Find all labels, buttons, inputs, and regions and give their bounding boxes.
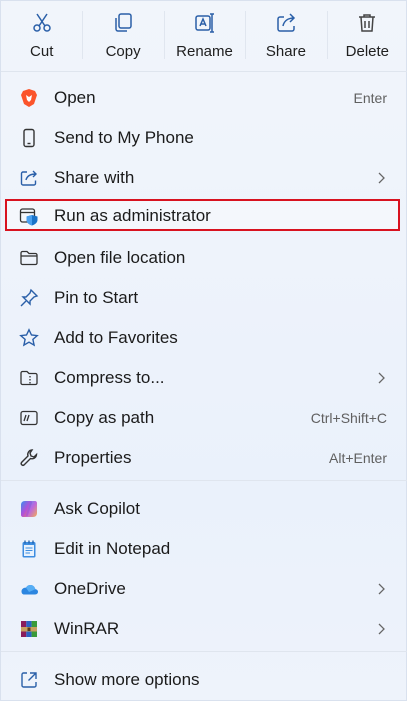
- menu-item-label: Add to Favorites: [54, 328, 178, 347]
- copy-icon: [115, 13, 132, 32]
- menu-item-label: Properties: [54, 448, 132, 467]
- divider: [1, 71, 407, 72]
- shortcut-text: Ctrl+Shift+C: [310, 410, 387, 426]
- context-menu: Cut Copy Rename Share Delete Open Enter …: [0, 0, 407, 701]
- quick-actions-toolbar: Cut Copy Rename Share Delete: [1, 1, 407, 69]
- share-label: Share: [265, 43, 306, 60]
- share-button[interactable]: Share: [245, 1, 326, 69]
- menu-item-properties[interactable]: Properties Alt+Enter: [9, 439, 400, 477]
- divider: [1, 651, 407, 652]
- menu-item-label: OneDrive: [54, 579, 126, 598]
- menu-item-ask-copilot[interactable]: Ask Copilot: [9, 490, 400, 528]
- menu-item-label: Run as administrator: [54, 206, 211, 225]
- phone-icon: [23, 128, 35, 148]
- rename-icon: [194, 13, 214, 33]
- copy-path-icon: [20, 410, 38, 426]
- menu-item-label: Ask Copilot: [54, 499, 140, 518]
- folder-icon: [20, 250, 38, 266]
- share-with-icon: [20, 170, 37, 186]
- chevron-right-icon: [378, 623, 385, 635]
- menu-item-add-to-favorites[interactable]: Add to Favorites: [9, 319, 400, 357]
- show-more-icon: [21, 672, 37, 688]
- menu-item-label: Open file location: [54, 248, 186, 267]
- chevron-right-icon: [378, 172, 385, 184]
- chevron-right-icon: [378, 583, 385, 595]
- menu-item-copy-as-path[interactable]: Copy as path Ctrl+Shift+C: [9, 399, 400, 437]
- menu-item-label: Open: [54, 88, 96, 107]
- delete-button[interactable]: Delete: [326, 1, 407, 69]
- copy-label: Copy: [105, 43, 141, 60]
- compress-icon: [20, 370, 38, 386]
- menu-item-label: Pin to Start: [54, 288, 139, 307]
- menu-item-edit-in-notepad[interactable]: Edit in Notepad: [9, 530, 400, 568]
- admin-shield-icon: [19, 208, 38, 226]
- divider: [1, 480, 407, 481]
- menu-item-send-to-phone[interactable]: Send to My Phone: [9, 119, 400, 157]
- brave-icon: [21, 89, 37, 107]
- menu-item-label: Show more options: [54, 670, 200, 689]
- cut-label: Cut: [30, 43, 54, 60]
- menu-item-open-file-location[interactable]: Open file location: [9, 239, 400, 277]
- onedrive-icon: [21, 585, 38, 595]
- copilot-icon: [21, 501, 37, 517]
- menu-item-open[interactable]: Open Enter: [9, 79, 400, 117]
- star-icon: [19, 328, 39, 347]
- wrench-icon: [20, 449, 38, 466]
- shortcut-text: Enter: [353, 90, 387, 106]
- menu-item-label: Edit in Notepad: [54, 539, 171, 558]
- delete-icon: [359, 14, 376, 32]
- copy-button[interactable]: Copy: [82, 1, 163, 69]
- cut-icon: [32, 13, 51, 32]
- chevron-right-icon: [378, 372, 385, 384]
- pin-icon: [20, 288, 39, 307]
- menu-item-share-with[interactable]: Share with: [9, 159, 400, 197]
- menu-item-show-more-options[interactable]: Show more options: [9, 661, 400, 699]
- menu-item-compress-to[interactable]: Compress to...: [9, 359, 400, 397]
- menu-item-winrar[interactable]: WinRAR: [9, 610, 400, 648]
- menu-item-label: Compress to...: [54, 368, 165, 387]
- shortcut-text: Alt+Enter: [329, 450, 387, 466]
- share-icon: [277, 13, 295, 32]
- menu-item-label: Send to My Phone: [54, 128, 194, 147]
- cut-button[interactable]: Cut: [1, 1, 82, 69]
- delete-label: Delete: [345, 43, 389, 60]
- rename-label: Rename: [176, 43, 233, 60]
- menu-item-onedrive[interactable]: OneDrive: [9, 570, 400, 608]
- menu-item-label: Copy as path: [54, 408, 155, 427]
- menu-item-label: Share with: [54, 168, 135, 187]
- rename-button[interactable]: Rename: [163, 1, 245, 69]
- menu-item-label: WinRAR: [54, 619, 120, 638]
- winrar-icon: [21, 621, 37, 637]
- notepad-icon: [22, 540, 36, 558]
- menu-item-pin-to-start[interactable]: Pin to Start: [9, 279, 400, 317]
- menu-item-run-as-administrator[interactable]: Run as administrator: [5, 199, 400, 231]
